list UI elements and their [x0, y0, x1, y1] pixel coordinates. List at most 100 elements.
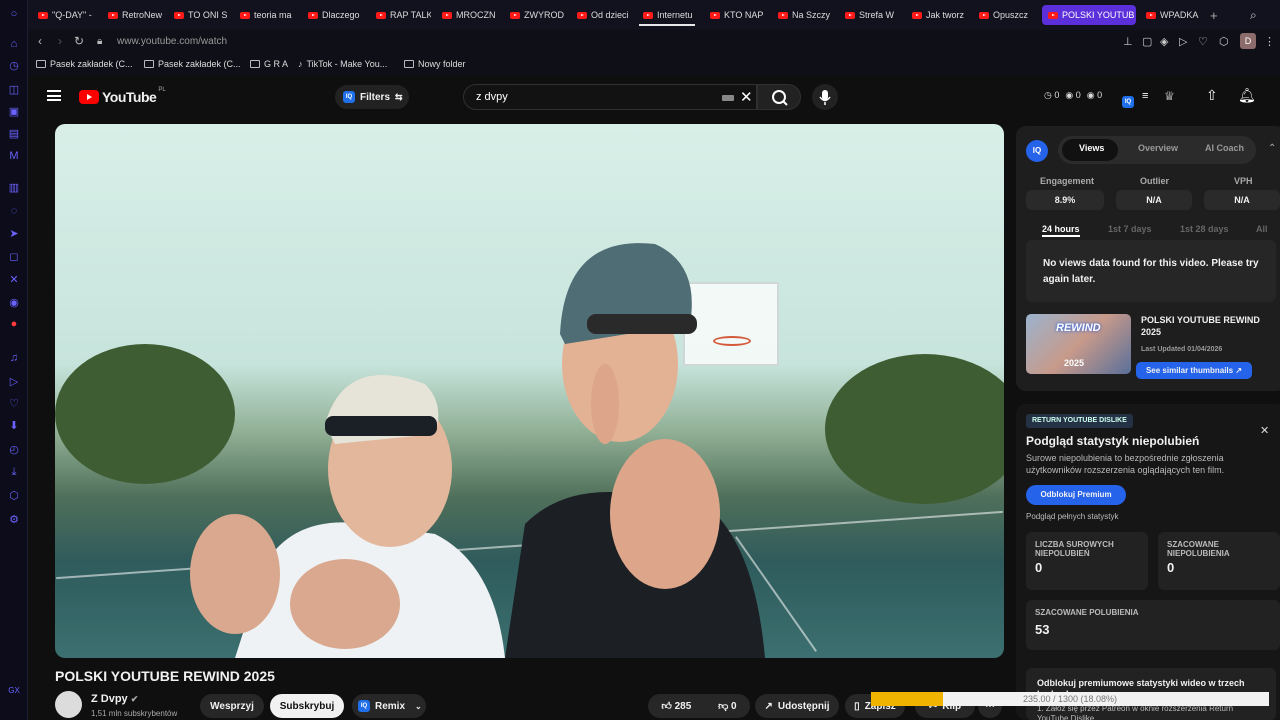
tab[interactable]: WPADKA [1146, 5, 1204, 25]
tab[interactable]: RetroNew [108, 5, 164, 25]
tab-views[interactable]: Views [1079, 143, 1104, 153]
clock-icon[interactable]: ◷ [8, 60, 20, 72]
tab[interactable]: KTO NAP [710, 5, 766, 25]
shield-icon[interactable]: ◈ [1160, 35, 1168, 48]
list-icon[interactable]: ≡ [1142, 90, 1148, 102]
unlock-premium-button[interactable]: Odblokuj Premium [1026, 485, 1126, 505]
card-icon[interactable]: ▤ [8, 128, 20, 140]
tab[interactable]: "Q-DAY" - [38, 5, 96, 25]
settings-icon[interactable]: ⚙ [8, 514, 20, 526]
extensions-icon[interactable]: ⬡ [1219, 35, 1229, 48]
tab[interactable]: Dlaczego [308, 5, 363, 25]
search-tabs-icon[interactable]: ⌕ [1250, 5, 1257, 25]
home-icon[interactable]: ⌂ [8, 38, 20, 50]
like-button[interactable]: 👍︎ 285 [661, 700, 691, 712]
vidiq-menu-icon[interactable]: IQ [1122, 90, 1139, 108]
tab-ai-coach[interactable]: AI Coach [1205, 143, 1244, 153]
back-icon[interactable]: ‹ [38, 34, 42, 48]
bookmark-folder[interactable]: Nowy folder [404, 59, 466, 69]
tab[interactable]: teoria ma [240, 5, 296, 25]
thumbnail-image[interactable]: REWIND 2025 [1026, 314, 1131, 374]
vidiq-tabs: Views Overview AI Coach [1058, 136, 1256, 164]
range-7-days[interactable]: 1st 7 days [1108, 224, 1152, 234]
tab[interactable]: Opuszcz [979, 5, 1033, 25]
tab[interactable]: MROCZN [442, 5, 496, 25]
tab[interactable]: RAP TALK [376, 5, 431, 25]
metric-label: Outlier [1140, 176, 1170, 186]
pin-icon[interactable]: ⊥ [1123, 35, 1133, 48]
video-player[interactable] [55, 124, 1004, 658]
opera-icon[interactable]: ○ [8, 8, 20, 20]
url-field[interactable]: www.youtube.com/watch [117, 36, 227, 47]
gx-icon[interactable]: GX [8, 685, 20, 697]
tab[interactable]: Od dzieci [577, 5, 631, 25]
metric-label: VPH [1234, 176, 1253, 186]
tab[interactable]: Na Szczy [778, 5, 832, 25]
tab-active[interactable]: POLSKI YOUTUB [1042, 5, 1136, 25]
search-button[interactable] [757, 84, 801, 110]
m-icon[interactable]: M [8, 150, 20, 162]
full-stats-link[interactable]: Podgląd pełnych statystyk [1026, 512, 1119, 521]
trophy-icon[interactable]: ♕ [1164, 89, 1175, 103]
support-button[interactable]: Wesprzyj [200, 694, 264, 718]
youtube-logo[interactable]: YouTube PL [79, 87, 166, 105]
cube-icon[interactable]: ⬡ [8, 490, 20, 502]
history-icon[interactable]: ◴ [8, 444, 20, 456]
tab[interactable]: Internetu [643, 5, 697, 25]
dislike-button[interactable]: 👎︎ 0 [718, 700, 737, 712]
bookmark-folder[interactable]: Pasek zakładek (C... [36, 59, 133, 69]
send-icon[interactable]: ▷ [8, 376, 20, 388]
clear-search-icon[interactable]: ✕ [740, 88, 753, 106]
instagram-icon[interactable]: ◻ [8, 251, 20, 263]
heart-outline-icon[interactable]: ♡ [1198, 35, 1208, 48]
notifications-icon[interactable]: 🔔︎ [1238, 87, 1256, 104]
remix-button[interactable]: IQ Remix ⌄ [352, 694, 426, 718]
telegram-icon[interactable]: ➤ [8, 228, 20, 240]
upload-icon[interactable]: ⇧ [1206, 87, 1218, 104]
forward-icon[interactable]: › [58, 34, 62, 48]
subscribe-button[interactable]: Subskrybuj [270, 694, 344, 718]
tab[interactable]: ZWYROD [510, 5, 564, 25]
range-28-days[interactable]: 1st 28 days [1180, 224, 1229, 234]
keyboard-icon[interactable] [722, 95, 734, 101]
range-all[interactable]: All [1256, 224, 1268, 234]
search-input[interactable]: z dvpy ✕ [463, 84, 757, 110]
range-24-hours[interactable]: 24 hours [1042, 224, 1080, 237]
extension-icon[interactable]: ● [8, 318, 20, 330]
close-icon[interactable]: ✕ [1260, 424, 1269, 437]
collapse-icon[interactable]: ⌃ [1268, 143, 1276, 154]
snapshot-icon[interactable]: ▢ [1142, 35, 1152, 48]
wallet-icon[interactable]: ▣ [8, 106, 20, 118]
new-tab-icon[interactable]: + [1210, 5, 1218, 25]
voice-search-button[interactable] [812, 84, 838, 110]
heart-icon[interactable]: ♡ [8, 398, 20, 410]
profile-avatar[interactable]: D [1240, 33, 1256, 49]
menu-icon[interactable]: ⋮ [1264, 35, 1275, 48]
x-icon[interactable]: ✕ [8, 274, 20, 286]
messenger-icon[interactable]: ◌ [8, 205, 20, 217]
reload-icon[interactable]: ↻ [74, 34, 84, 48]
bookmark-folder[interactable]: Pasek zakładek (C... [144, 59, 241, 69]
folder-icon [36, 60, 46, 68]
bookmark-folder[interactable]: G R A [250, 59, 288, 69]
similar-thumbnails-button[interactable]: See similar thumbnails ↗ [1136, 362, 1252, 379]
vidiq-logo-icon: IQ [1026, 140, 1048, 162]
discord-icon[interactable]: ◉ [8, 297, 20, 309]
twitch-icon[interactable]: ▥ [8, 182, 20, 194]
tab-overview[interactable]: Overview [1138, 143, 1178, 153]
downloads-icon[interactable]: ⤓ [8, 466, 20, 478]
vidiq-filters-button[interactable]: IQ Filters ⇆ [335, 85, 409, 109]
bag-icon[interactable]: ◫ [8, 84, 20, 96]
channel-avatar[interactable] [55, 691, 82, 718]
download-icon[interactable]: ⬇ [8, 420, 20, 432]
bookmark-tiktok[interactable]: ♪ TikTok - Make You... [298, 59, 387, 69]
hamburger-menu-icon[interactable] [47, 90, 61, 101]
tab[interactable]: TO ONI S [174, 5, 229, 25]
share-button[interactable]: ↗ Udostępnij [755, 694, 839, 718]
tab[interactable]: Jak tworz [912, 5, 966, 25]
music-icon[interactable]: ♫ [8, 352, 20, 364]
channel-name[interactable]: Z Dvpy ✔ [91, 693, 138, 705]
youtube-play-icon [79, 90, 99, 104]
play-icon[interactable]: ▷ [1179, 35, 1187, 48]
tab[interactable]: Strefa W [845, 5, 899, 25]
